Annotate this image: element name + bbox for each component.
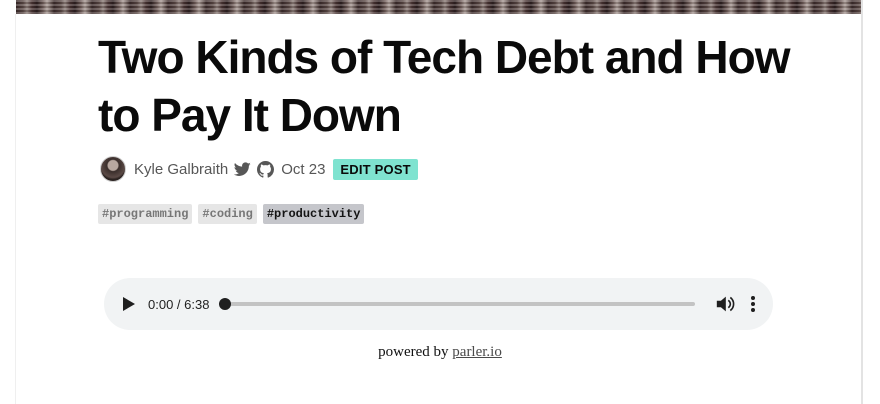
cover-image (16, 0, 862, 14)
article-page: Two Kinds of Tech Debt and How to Pay It… (0, 0, 880, 404)
github-icon[interactable] (257, 160, 275, 178)
progress-thumb[interactable] (219, 298, 232, 310)
tag-programming[interactable]: #programming (98, 204, 193, 224)
article-title: Two Kinds of Tech Debt and How to Pay It… (98, 31, 791, 141)
parler-link[interactable]: parler.io (452, 344, 502, 360)
post-date: Oct 23 (281, 160, 326, 178)
edit-post-button[interactable]: EDIT POST (333, 158, 418, 180)
playback-time: 0:00 / 6:38 (148, 296, 210, 312)
powered-by: powered by parler.io (0, 344, 880, 361)
tag-coding[interactable]: #coding (198, 204, 257, 224)
tag-list: #programming #coding #productivity (98, 204, 365, 224)
author-link[interactable]: Kyle Galbraith (134, 161, 228, 178)
volume-icon[interactable] (715, 294, 735, 314)
audio-player: 0:00 / 6:38 (104, 278, 773, 330)
byline: Kyle Galbraith Oct 23 EDIT POST (100, 154, 418, 184)
play-icon[interactable] (122, 297, 136, 311)
tag-productivity[interactable]: #productivity (262, 204, 365, 224)
more-vertical-icon[interactable] (749, 294, 757, 314)
progress-track[interactable] (219, 298, 695, 310)
powered-by-prefix: powered by (378, 344, 453, 360)
twitter-icon[interactable] (234, 161, 251, 177)
avatar[interactable] (100, 156, 126, 182)
